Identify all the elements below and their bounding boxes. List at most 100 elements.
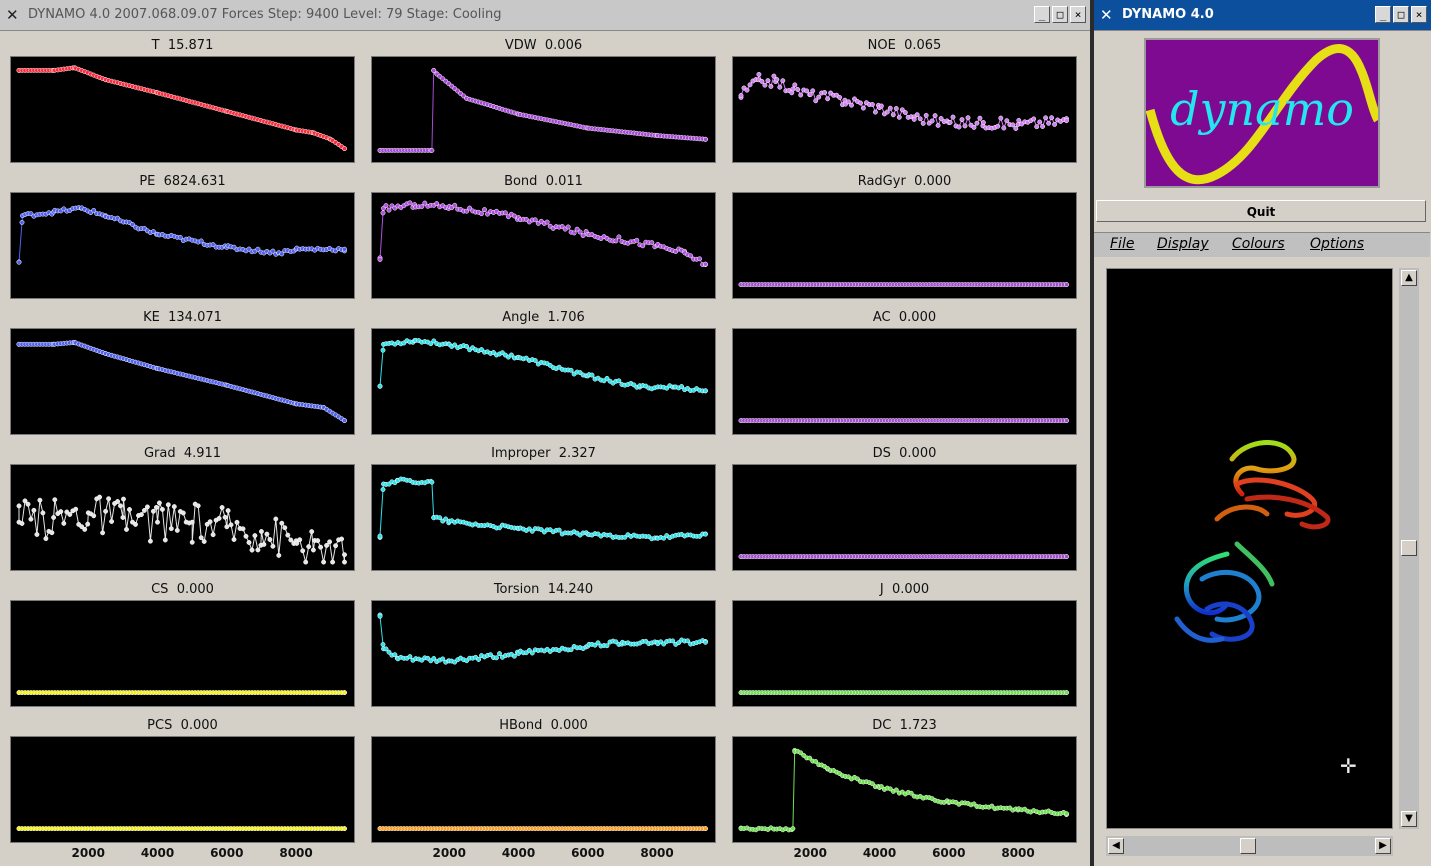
data-point [189,539,195,545]
data-point [759,78,765,84]
data-point [932,113,938,119]
viewer-horizontal-scrollbar[interactable]: ◀ ▶ [1106,836,1393,856]
data-point [380,210,386,216]
data-point [51,515,57,520]
data-point [297,537,303,543]
plot-title: Torsion 14.240 [371,580,716,600]
data-point [878,103,884,109]
data-point [1010,122,1016,128]
close-button[interactable]: × [1070,6,1086,23]
data-point [310,547,316,553]
data-point [1064,282,1069,288]
plot-svg [16,205,347,265]
scroll-down-arrow-icon[interactable]: ▼ [1401,811,1417,827]
data-point [429,147,435,153]
viewer-vertical-scrollbar[interactable]: ▲ ▼ [1399,268,1419,829]
scroll-up-arrow-icon[interactable]: ▲ [1401,270,1417,286]
maximize-button[interactable]: □ [1052,6,1068,23]
plot-area [732,464,1077,571]
x-tick-label: 2000 [71,846,105,860]
quit-button[interactable]: Quit [1096,200,1426,222]
data-point [342,418,347,424]
data-point [330,559,336,565]
plot-value: 0.000 [550,718,588,733]
data-point [195,503,201,509]
data-point [133,521,138,527]
x-tick-label: 4000 [140,846,175,860]
x-tick-label: 6000 [932,846,966,860]
data-point [494,655,499,661]
side-titlebar[interactable]: ✕ DYNAMO 4.0 _ □ × [1094,0,1431,31]
data-point [429,479,435,485]
data-point [980,120,986,125]
data-point [703,826,708,832]
plot-value: 6824.631 [163,174,226,189]
plot-title: Grad 4.911 [10,444,355,464]
menu-colours[interactable]: Colours [1232,236,1285,252]
data-point [386,207,392,213]
data-point [224,524,230,530]
plot-title: Improper 2.327 [371,444,716,464]
plot-value: 0.000 [180,718,218,733]
data-point [950,114,956,120]
data-point [34,532,40,537]
data-point [977,115,983,121]
plot-svg [738,71,1069,131]
data-point [168,526,174,532]
plot-svg [738,282,1069,288]
plot-area [371,192,716,299]
plot-svg [377,612,708,665]
data-point [61,520,67,526]
side-maximize-button[interactable]: □ [1393,6,1409,23]
data-point [502,210,508,216]
data-point [795,87,801,92]
plot-area [10,600,355,707]
data-point [914,112,920,118]
data-point [923,112,929,118]
side-close-button[interactable]: × [1411,6,1427,23]
data-point [261,541,267,547]
plot-area [732,56,1077,163]
plot-svg [738,554,1069,560]
data-point [225,508,231,514]
data-point [616,234,622,240]
molecule-viewer[interactable]: ✛ [1106,268,1393,829]
minimize-button[interactable]: _ [1034,6,1050,23]
data-point [377,533,383,539]
data-point [893,106,899,111]
menu-display[interactable]: Display [1157,236,1209,252]
data-point [407,200,413,206]
data-point [804,88,810,94]
data-point [67,512,73,517]
plot-svg [738,418,1069,424]
menu-file[interactable]: File [1110,236,1134,252]
main-titlebar[interactable]: ✕ DYNAMO 4.0 2007.068.09.07 Forces Step:… [0,0,1090,31]
plot-area [10,328,355,435]
data-point [333,543,339,549]
data-point [577,229,583,235]
plot-area [10,56,355,163]
data-point [747,82,753,88]
data-point [222,514,228,520]
data-point [792,82,798,88]
data-point [324,542,330,548]
data-point [703,639,708,645]
plot-value: 1.706 [547,310,585,325]
plot-label: HBond [499,718,543,733]
plot-value: 14.240 [547,582,594,597]
scroll-left-arrow-icon[interactable]: ◀ [1108,838,1124,854]
data-point [342,146,347,152]
horizontal-scroll-thumb[interactable] [1240,838,1256,854]
scroll-right-arrow-icon[interactable]: ▶ [1375,838,1391,854]
data-point [342,246,347,252]
vertical-scroll-thumb[interactable] [1401,540,1417,556]
x-tick-label: 8000 [640,846,674,860]
plot-svg [16,65,347,152]
data-point [1013,126,1019,131]
plot-label: AC [872,310,891,325]
data-point [16,259,22,265]
data-point [171,504,177,510]
side-minimize-button[interactable]: _ [1375,6,1391,23]
data-point [920,120,926,126]
menu-options[interactable]: Options [1310,236,1364,252]
